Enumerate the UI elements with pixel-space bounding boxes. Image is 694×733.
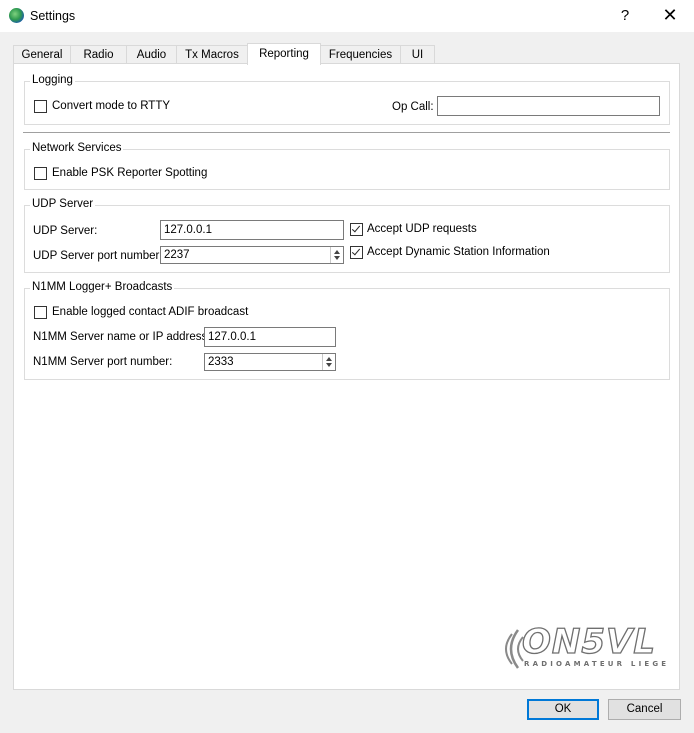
reporting-panel: Logging Convert mode to RTTY Op Call: Ne… (13, 63, 680, 690)
tab-tx-macros[interactable]: Tx Macros (176, 45, 248, 64)
udp-server-input[interactable]: 127.0.0.1 (160, 220, 344, 240)
udp-server-label: UDP Server: (33, 225, 98, 237)
title-bar: Settings ? ✕ (0, 0, 694, 32)
convert-rtty-label: Convert mode to RTTY (52, 100, 171, 112)
ok-button[interactable]: OK (527, 699, 599, 720)
section-divider (23, 132, 670, 133)
spin-down-icon[interactable] (334, 256, 340, 260)
udp-server-group-label: UDP Server (30, 198, 96, 210)
tab-frequencies[interactable]: Frequencies (320, 45, 401, 64)
udp-port-value: 2237 (164, 249, 190, 261)
n1mm-server-input[interactable]: 127.0.0.1 (204, 327, 336, 347)
tab-reporting[interactable]: Reporting (247, 43, 321, 65)
help-button[interactable]: ? (614, 6, 636, 26)
udp-server-group (24, 205, 670, 273)
accept-dynamic-info-checkbox[interactable] (350, 246, 363, 259)
psk-reporter-label: Enable PSK Reporter Spotting (52, 167, 208, 179)
close-button[interactable]: ✕ (656, 4, 684, 26)
cancel-button[interactable]: Cancel (608, 699, 681, 720)
n1mm-port-value: 2333 (208, 356, 234, 368)
udp-port-label: UDP Server port number: (33, 250, 163, 262)
udp-port-spin-arrows[interactable] (330, 247, 343, 263)
accept-dynamic-info-label: Accept Dynamic Station Information (367, 246, 550, 258)
n1mm-port-spinbox[interactable]: 2333 (204, 353, 336, 371)
tab-audio[interactable]: Audio (126, 45, 177, 64)
window-title: Settings (30, 9, 76, 23)
accept-udp-requests-checkbox[interactable] (350, 223, 363, 236)
tab-ui[interactable]: UI (400, 45, 435, 64)
on5vl-watermark-logo: ON5VL RADIOAMATEUR LIEGE (500, 620, 670, 675)
udp-port-spinbox[interactable]: 2237 (160, 246, 344, 264)
n1mm-broadcast-label: Enable logged contact ADIF broadcast (52, 306, 249, 318)
n1mm-server-label: N1MM Server name or IP address: (33, 331, 211, 343)
radio-waves-icon (505, 629, 524, 669)
spin-up-icon[interactable] (326, 357, 332, 361)
spin-up-icon[interactable] (334, 250, 340, 254)
n1mm-group-label: N1MM Logger+ Broadcasts (30, 281, 175, 293)
psk-reporter-checkbox[interactable] (34, 167, 47, 180)
logo-text: ON5VL (521, 621, 656, 662)
app-globe-icon (9, 8, 24, 23)
spin-down-icon[interactable] (326, 363, 332, 367)
n1mm-port-label: N1MM Server port number: (33, 356, 173, 368)
tab-radio[interactable]: Radio (70, 45, 127, 64)
logo-subtitle: RADIOAMATEUR LIEGE (524, 660, 670, 668)
op-call-input[interactable] (437, 96, 660, 116)
n1mm-broadcast-checkbox[interactable] (34, 306, 47, 319)
accept-udp-requests-label: Accept UDP requests (367, 223, 477, 235)
network-services-group-label: Network Services (30, 142, 124, 154)
op-call-label: Op Call: (392, 101, 434, 113)
convert-rtty-checkbox[interactable] (34, 100, 47, 113)
n1mm-port-spin-arrows[interactable] (322, 354, 335, 370)
logging-group-label: Logging (30, 74, 75, 86)
tab-general[interactable]: General (13, 45, 71, 64)
